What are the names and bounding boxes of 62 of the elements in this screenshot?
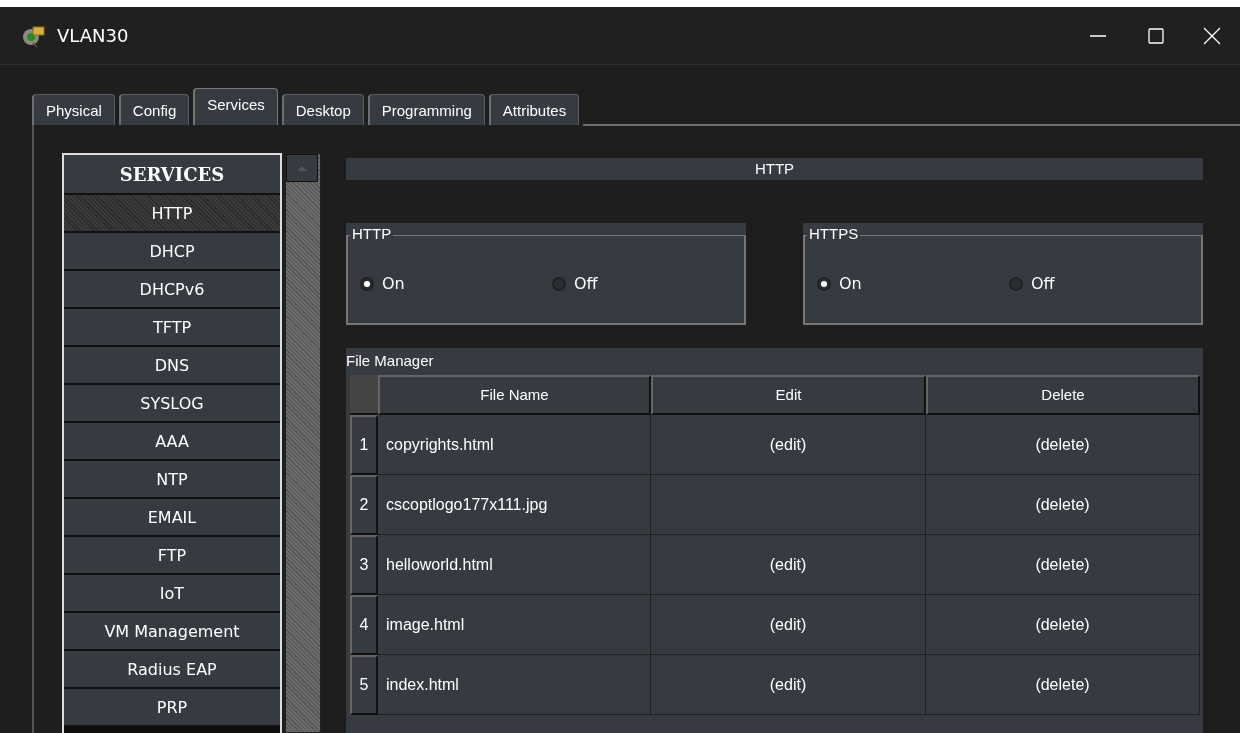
service-item[interactable]: IoT (64, 575, 280, 613)
minimize-icon (1090, 34, 1106, 37)
column-header[interactable]: File Name (378, 375, 651, 415)
radio-option[interactable]: On (360, 274, 552, 293)
section-title: HTTP (346, 158, 1203, 180)
row-number: 4 (350, 595, 378, 655)
radio-option[interactable]: On (817, 274, 1009, 293)
maximize-icon (1146, 25, 1166, 46)
tab[interactable]: Programming (367, 94, 485, 125)
scrollbar[interactable] (285, 153, 321, 733)
service-item[interactable]: AAA (64, 423, 280, 461)
radio-button[interactable] (1009, 276, 1023, 291)
service-item[interactable]: DHCP (64, 233, 280, 271)
table-cell: helloworld.html (378, 535, 651, 595)
close-icon (1202, 25, 1222, 46)
radio-option[interactable]: Off (1009, 274, 1201, 293)
table-corner (350, 375, 378, 415)
edit-link[interactable]: (edit) (769, 675, 807, 694)
tab[interactable]: Config (118, 94, 190, 125)
radio-button[interactable] (817, 276, 831, 291)
tab[interactable]: Physical (32, 94, 115, 125)
row-number: 5 (350, 655, 378, 715)
app-icon (21, 23, 47, 48)
column-header[interactable]: Delete (926, 375, 1200, 415)
delete-link[interactable]: (delete) (1035, 495, 1090, 514)
service-item[interactable]: VM Management (64, 613, 280, 651)
scroll-up-button[interactable] (286, 154, 318, 182)
service-item[interactable]: NTP (64, 461, 280, 499)
column-header[interactable]: Edit (651, 375, 926, 415)
row-number: 2 (350, 475, 378, 535)
service-item[interactable]: SYSLOG (64, 385, 280, 423)
delete-link[interactable]: (delete) (1035, 615, 1090, 634)
delete-link[interactable]: (delete) (1035, 435, 1090, 454)
edit-link[interactable]: (edit) (769, 615, 807, 634)
service-item[interactable]: DNS (64, 347, 280, 385)
window-title: VLAN30 (57, 25, 129, 46)
radio-option[interactable]: Off (552, 274, 744, 293)
up-arrow-icon (296, 164, 308, 172)
tab[interactable]: Services (193, 88, 278, 125)
service-item[interactable]: FTP (64, 537, 280, 575)
row-number: 3 (350, 535, 378, 595)
delete-link[interactable]: (delete) (1035, 675, 1090, 694)
service-item[interactable]: Radius EAP (64, 651, 280, 689)
radio-button[interactable] (552, 276, 566, 291)
service-item[interactable]: HTTP (64, 195, 280, 233)
tab[interactable]: Attributes (488, 94, 580, 125)
edit-link[interactable]: (edit) (769, 555, 807, 574)
service-item[interactable]: DHCPv6 (64, 271, 280, 309)
service-item[interactable]: PRP (64, 689, 280, 727)
delete-link[interactable]: (delete) (1035, 555, 1090, 574)
list-header: SERVICES (64, 155, 280, 195)
radio-button[interactable] (360, 276, 374, 291)
service-item[interactable]: EMAIL (64, 499, 280, 537)
service-item[interactable]: TFTP (64, 309, 280, 347)
file-manager-title: File Manager (346, 351, 435, 371)
tab[interactable]: Desktop (281, 94, 364, 125)
row-number: 1 (350, 415, 378, 475)
table-cell: cscoptlogo177x111.jpg (378, 475, 651, 535)
table-cell: copyrights.html (378, 415, 651, 475)
table-cell: index.html (378, 655, 651, 715)
edit-link[interactable]: (edit) (769, 435, 807, 454)
table-cell: image.html (378, 595, 651, 655)
